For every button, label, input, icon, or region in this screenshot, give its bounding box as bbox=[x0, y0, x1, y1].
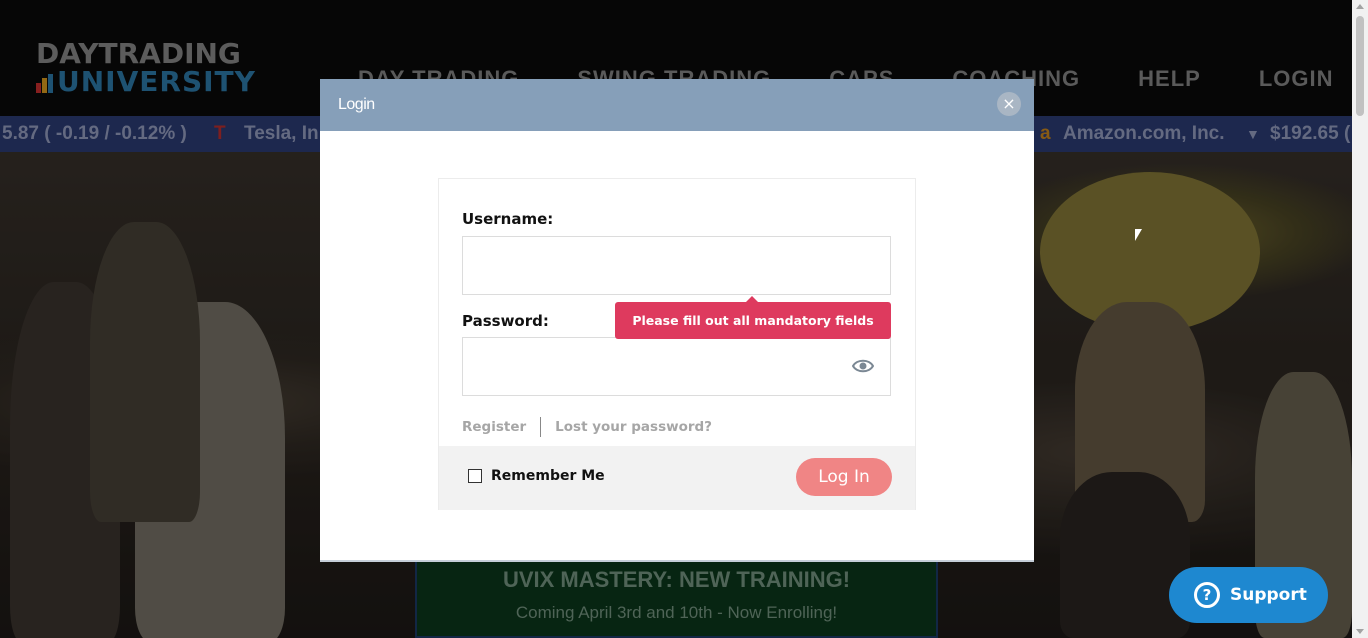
remember-me[interactable]: Remember Me bbox=[468, 468, 605, 484]
account-links: Register Lost your password? bbox=[462, 417, 712, 437]
scroll-up-arrow-icon[interactable] bbox=[1356, 4, 1364, 9]
link-divider bbox=[540, 417, 542, 437]
password-field[interactable] bbox=[462, 337, 891, 396]
modal-title: Login bbox=[338, 96, 375, 113]
login-modal: Login × Username: Password: Please fill … bbox=[320, 79, 1034, 560]
login-form: Username: Password: Please fill out all … bbox=[438, 178, 916, 510]
password-label: Password: bbox=[462, 312, 549, 330]
mouse-cursor-icon bbox=[1135, 229, 1142, 241]
username-label: Username: bbox=[462, 210, 554, 228]
login-button[interactable]: Log In bbox=[796, 458, 892, 496]
lost-password-link[interactable]: Lost your password? bbox=[555, 419, 712, 435]
help-icon: ? bbox=[1194, 582, 1220, 608]
modal-header: Login × bbox=[320, 79, 1034, 131]
support-label: Support bbox=[1230, 585, 1307, 605]
form-footer: Remember Me Log In bbox=[439, 446, 915, 510]
eye-icon[interactable] bbox=[852, 358, 874, 374]
register-link[interactable]: Register bbox=[462, 419, 526, 435]
username-field[interactable] bbox=[462, 236, 891, 295]
validation-tooltip: Please fill out all mandatory fields bbox=[615, 296, 891, 339]
scroll-thumb[interactable] bbox=[1356, 16, 1364, 116]
page-scrollbar[interactable] bbox=[1352, 0, 1368, 638]
remember-me-checkbox[interactable] bbox=[468, 469, 482, 483]
close-icon[interactable]: × bbox=[997, 92, 1021, 116]
remember-me-label: Remember Me bbox=[491, 468, 605, 484]
support-button[interactable]: ? Support bbox=[1169, 567, 1328, 623]
scroll-down-arrow-icon[interactable] bbox=[1356, 629, 1364, 634]
